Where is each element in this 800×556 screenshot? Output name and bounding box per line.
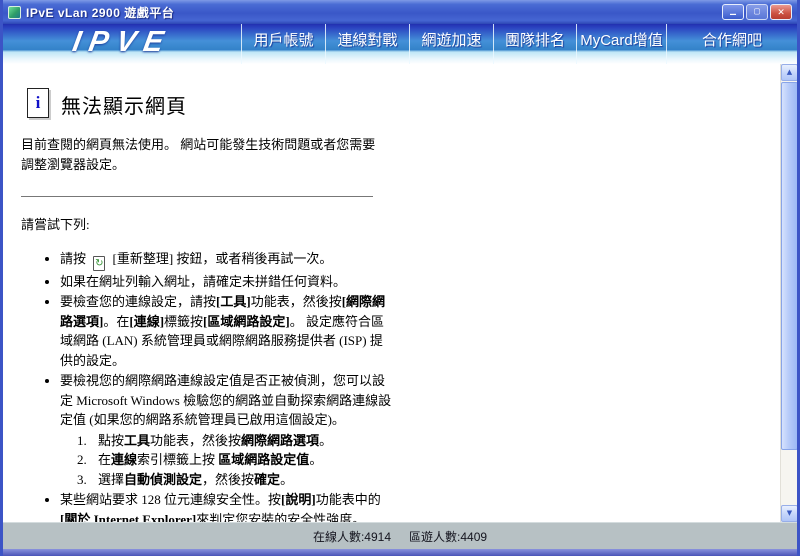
error-title: 無法顯示網頁 xyxy=(61,96,187,118)
text-segment: 索引標籤上按 xyxy=(137,452,219,468)
navigation-bar: IPVE 用戶帳號 連線對戰 網遊加速 團隊排名 MyCard增值 合作網吧 xyxy=(3,24,797,64)
nav-item-mycard-topup[interactable]: MyCard增值 xyxy=(576,24,666,64)
step-item: 選擇自動偵測設定，然後按確定。 xyxy=(90,470,392,490)
steps-list: 點按工具功能表，然後按網際網路選項。在連線索引標籤上按 區域網路設定值。選擇自動… xyxy=(60,431,392,490)
status-bar: 在線人數:4914 區遊人數:4409 xyxy=(3,522,797,549)
nav-item-label: 網遊加速 xyxy=(421,32,482,49)
text-segment: 網際網路選項 xyxy=(241,432,320,448)
step-item: 在連線索引標籤上按 區域網路設定值。 xyxy=(90,450,392,470)
nav-item-battle-connect[interactable]: 連線對戰 xyxy=(325,24,409,64)
text-segment: 。在 xyxy=(103,313,130,329)
close-icon: ✕ xyxy=(777,5,785,18)
scroll-up-icon: ▲ xyxy=(786,68,793,76)
online-count-value: 4914 xyxy=(364,529,391,544)
text-segment: 標籤按 xyxy=(164,313,204,329)
close-button[interactable]: ✕ xyxy=(770,4,792,20)
nav-item-label: 連線對戰 xyxy=(337,32,398,49)
text-segment: [說明] xyxy=(281,492,316,508)
visitor-count-label: 區遊人數: xyxy=(409,529,461,544)
page-info-icon: i xyxy=(27,88,49,118)
try-heading: 請嘗試下列: xyxy=(21,217,90,233)
step-item: 點按工具功能表，然後按網際網路選項。 xyxy=(90,431,392,451)
refresh-page-icon: ↻ xyxy=(93,255,106,271)
text-segment: [區域網路設定] xyxy=(203,313,290,329)
text-segment: [連線] xyxy=(129,313,165,329)
text-segment: 區域網路設定值 xyxy=(218,452,310,468)
text-segment: 確定 xyxy=(254,471,281,487)
text-segment: 如果在網址列輸入網址，請確定未拼錯任何資料。 xyxy=(60,273,347,289)
text-segment: [重新整理] 按鈕，或者稍後再試一次。 xyxy=(109,250,333,266)
text-segment: 要檢查您的連線設定，請按 xyxy=(60,294,217,310)
text-segment: 選擇 xyxy=(98,471,125,487)
visitor-count-value: 4409 xyxy=(460,529,488,544)
minimize-icon: — xyxy=(729,9,737,20)
text-segment: 在 xyxy=(98,452,112,468)
maximize-button[interactable]: ▢ xyxy=(746,4,768,20)
online-count: 在線人數:4914 xyxy=(313,528,391,545)
app-window: IPvE vLan 2900 遊戲平台 — ▢ ✕ IPVE 用戶帳號 連線對戰… xyxy=(0,0,800,556)
divider xyxy=(21,196,373,198)
suggestions-list: 請按 ↻ [重新整理] 按鈕，或者稍後再試一次。如果在網址列輸入網址，請確定未拼… xyxy=(20,249,392,522)
text-segment: 。 xyxy=(319,432,333,448)
text-segment: ，然後按 xyxy=(202,471,255,487)
scroll-down-icon: ▼ xyxy=(786,509,793,517)
text-segment: 連線 xyxy=(111,452,138,468)
browser-content-area: i 無法顯示網頁 目前查閱的網頁無法使用。 網站可能發生技術問題或者您需要調整瀏… xyxy=(3,64,797,522)
nav-item-team-ranking[interactable]: 團隊排名 xyxy=(493,24,576,64)
nav-item-label: 團隊排名 xyxy=(504,32,565,49)
app-icon xyxy=(8,5,21,19)
maximize-icon: ▢ xyxy=(753,6,761,17)
text-segment: 點按 xyxy=(98,432,125,448)
text-segment: 功能表，然後按 xyxy=(250,294,342,310)
nav-item-label: MyCard增值 xyxy=(580,32,663,49)
nav-item-label: 用戶帳號 xyxy=(253,32,314,49)
suggestion-item: 要檢查您的連線設定，請按[工具]功能表，然後按[網際網路選項]。在[連線]標籤按… xyxy=(60,292,392,370)
text-segment: 請按 xyxy=(60,250,90,266)
text-segment: 功能表，然後按 xyxy=(150,432,242,448)
nav-item-game-boost[interactable]: 網遊加速 xyxy=(409,24,493,64)
text-segment: 。 xyxy=(309,452,323,468)
scroll-up-button[interactable]: ▲ xyxy=(781,64,797,81)
nav-item-label: 合作網吧 xyxy=(701,32,762,49)
scroll-down-button[interactable]: ▼ xyxy=(781,505,797,522)
text-segment: 。 xyxy=(280,471,294,487)
brand-logo: IPVE xyxy=(3,24,241,64)
suggestion-item: 如果在網址列輸入網址，請確定未拼錯任何資料。 xyxy=(60,272,392,292)
suggestion-item: 要檢視您的網際網路連線設定值是否正被偵測，您可以設定 Microsoft Win… xyxy=(60,371,392,489)
window-title: IPvE vLan 2900 遊戲平台 xyxy=(26,5,175,20)
info-glyph: i xyxy=(35,93,41,112)
text-segment: 功能表中的 xyxy=(315,492,381,508)
title-bar: IPvE vLan 2900 遊戲平台 — ▢ ✕ xyxy=(3,0,797,24)
text-segment: 要檢視您的網際網路連線設定值是否正被偵測，您可以設定 Microsoft Win… xyxy=(60,373,392,428)
nav-item-partner-cafes[interactable]: 合作網吧 xyxy=(666,24,797,64)
window-bottom-border xyxy=(3,549,797,556)
brand-logo-text: IPVE xyxy=(70,26,174,58)
suggestion-item: 某些網站要求 128 位元連線安全性。按[說明]功能表中的 [關於 Interne… xyxy=(60,490,392,522)
error-page: i 無法顯示網頁 目前查閱的網頁無法使用。 網站可能發生技術問題或者您需要調整瀏… xyxy=(3,64,433,522)
text-segment: [工具] xyxy=(216,294,251,310)
error-intro: 目前查閱的網頁無法使用。 網站可能發生技術問題或者您需要調整瀏覽器設定。 xyxy=(21,137,376,173)
scrollbar-thumb[interactable] xyxy=(781,82,797,450)
suggestion-item: 請按 ↻ [重新整理] 按鈕，或者稍後再試一次。 xyxy=(60,249,392,271)
nav-item-user-account[interactable]: 用戶帳號 xyxy=(241,24,325,64)
text-segment: 某些網站要求 128 位元連線安全性。按 xyxy=(60,492,282,508)
online-count-label: 在線人數: xyxy=(312,529,365,544)
minimize-button[interactable]: — xyxy=(722,4,744,20)
text-segment: 來判定您安裝的安全性強度。 xyxy=(196,511,366,522)
visitor-count: 區遊人數:4409 xyxy=(409,528,487,545)
vertical-scrollbar[interactable]: ▲ ▼ xyxy=(780,64,797,522)
text-segment: [關於 Internet Explorer] xyxy=(60,511,197,522)
text-segment: 工具 xyxy=(124,432,151,448)
text-segment: 自動偵測設定 xyxy=(124,471,203,487)
